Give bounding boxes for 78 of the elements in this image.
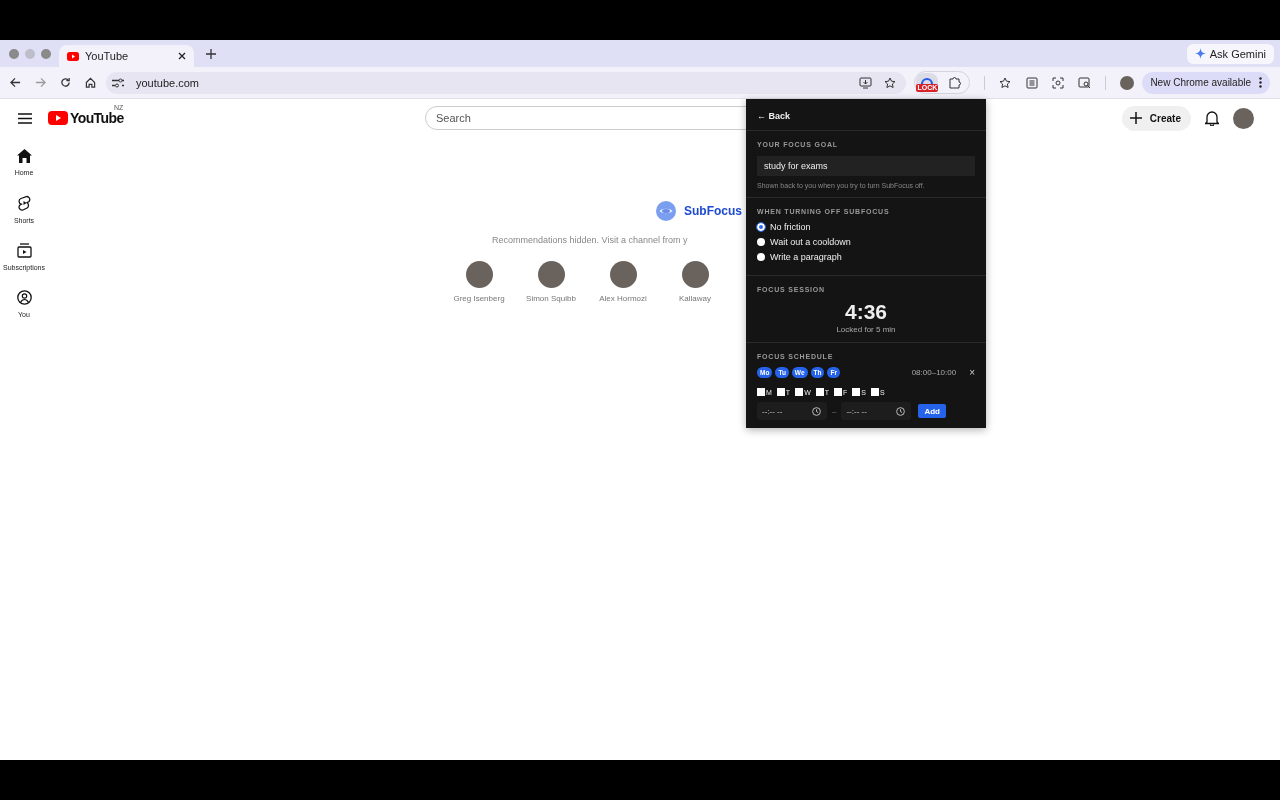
day-checkbox[interactable] [852, 388, 861, 396]
radio-label: Wait out a cooldown [770, 237, 851, 247]
new-tab-icon[interactable] [206, 48, 216, 59]
arc-icon [920, 75, 935, 84]
close-icon[interactable] [178, 52, 186, 60]
remove-schedule-button[interactable]: × [969, 367, 975, 378]
day-checkbox[interactable] [795, 388, 804, 396]
channel-name: Alex Hormozi [599, 294, 647, 303]
channel-avatar [537, 261, 565, 288]
back-link[interactable]: ← Back [757, 111, 791, 121]
sliders-icon[interactable] [112, 77, 124, 88]
person-circle-icon [16, 290, 32, 305]
maximize-window-button[interactable] [41, 48, 51, 59]
profile-avatar[interactable] [1120, 75, 1135, 90]
radio-label: No friction [770, 222, 811, 232]
star-icon[interactable] [884, 76, 897, 89]
focus-goal-field[interactable]: study for exams [757, 156, 975, 176]
youtube-wordmark: YouTube [70, 110, 124, 126]
brand-name: SubFocus [684, 204, 742, 218]
update-chrome-button[interactable]: New Chrome available [1142, 71, 1270, 94]
countdown-timer: 4:36 [844, 300, 888, 324]
more-icon [1259, 77, 1262, 88]
account-avatar[interactable] [1233, 107, 1254, 129]
channel-avatar [681, 261, 709, 288]
lock-duration-text: Locked for 5 min [835, 325, 897, 334]
star-list-icon[interactable] [999, 76, 1013, 89]
range-dash: – [832, 406, 837, 416]
ask-gemini-button[interactable]: Ask Gemini [1186, 43, 1274, 64]
puzzle-icon[interactable] [948, 76, 962, 89]
menu-icon[interactable] [18, 112, 32, 124]
channel-link[interactable]: Greg Isenberg [454, 261, 504, 303]
forward-arrow-icon[interactable] [35, 77, 46, 88]
channel-link[interactable]: Alex Hormozi [598, 261, 648, 303]
start-time-field[interactable]: --:-- -- [757, 402, 827, 420]
reader-icon[interactable] [1026, 76, 1039, 89]
youtube-logo-icon[interactable] [48, 111, 68, 125]
channel-name: Greg Isenberg [453, 294, 505, 303]
bell-icon[interactable] [1205, 110, 1219, 126]
end-time-field[interactable]: --:-- -- [841, 402, 912, 420]
channel-name: Kallaway [679, 294, 711, 303]
back-arrow-icon[interactable] [10, 77, 21, 88]
day-checkbox[interactable] [776, 388, 785, 396]
day-checkbox[interactable] [757, 388, 765, 396]
install-app-icon[interactable] [859, 76, 873, 89]
shorts-icon [17, 195, 31, 211]
channel-link[interactable]: Kallaway [670, 261, 720, 303]
channel-avatar [465, 261, 493, 288]
plus-icon [1129, 112, 1142, 124]
address-bar[interactable]: youtube.com [106, 71, 907, 94]
tab-title: YouTube [85, 50, 130, 62]
close-window-button[interactable] [9, 48, 19, 59]
channel-link[interactable]: Simon Squibb [526, 261, 576, 303]
home-icon [16, 149, 32, 163]
clock-icon [812, 407, 821, 416]
day-checkbox[interactable] [834, 388, 842, 396]
search-page-icon[interactable] [1078, 76, 1092, 89]
channel-avatar [609, 261, 637, 288]
sparkle-icon [1194, 48, 1206, 59]
day-checkbox[interactable] [815, 388, 824, 396]
add-button[interactable]: Add [918, 404, 946, 418]
browser-tab[interactable]: YouTube [59, 45, 194, 67]
radio-button[interactable] [757, 253, 765, 261]
day-checkbox[interactable] [870, 388, 879, 396]
play-logo-icon [67, 51, 79, 61]
radio-button[interactable] [757, 238, 765, 246]
create-button[interactable]: Create [1121, 105, 1191, 131]
recommendations-message: Recommendations hidden. Visit a channel from y [492, 235, 688, 245]
screenshot-icon[interactable] [1052, 76, 1065, 89]
url-text: youtube.com [136, 76, 199, 89]
channel-name: Simon Squibb [526, 294, 576, 303]
eye-logo-icon [656, 201, 676, 221]
clock-icon [896, 407, 906, 416]
radio-button[interactable] [757, 223, 765, 231]
radio-label: Write a paragraph [770, 252, 842, 262]
reload-icon[interactable] [60, 77, 71, 88]
schedule-time: 08:00–10:00 [911, 368, 957, 377]
subscriptions-icon [16, 243, 32, 258]
home-icon[interactable] [85, 77, 96, 88]
